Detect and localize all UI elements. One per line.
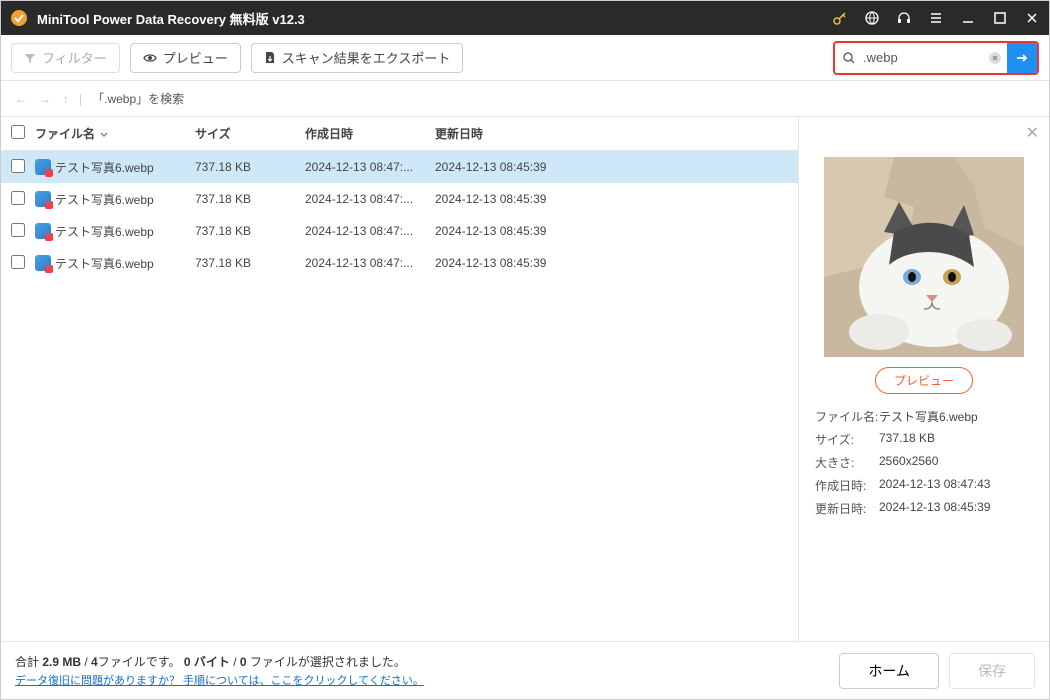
- file-created: 2024-12-13 08:47:...: [305, 160, 435, 174]
- file-name: テスト写真6.webp: [55, 159, 154, 176]
- row-checkbox[interactable]: [11, 255, 25, 269]
- menu-icon[interactable]: [927, 9, 945, 27]
- key-icon[interactable]: [831, 9, 849, 27]
- globe-icon[interactable]: [863, 9, 881, 27]
- table-row[interactable]: テスト写真6.webp 737.18 KB2024-12-13 08:47:...…: [1, 151, 798, 183]
- nav-back-icon[interactable]: ←: [15, 92, 27, 106]
- col-updated-header[interactable]: 更新日時: [435, 125, 798, 142]
- meta-size-value: 737.18 KB: [879, 431, 1033, 448]
- preview-label: プレビュー: [163, 48, 228, 67]
- search-icon: [835, 51, 863, 65]
- filter-label: フィルター: [42, 48, 107, 67]
- meta-dim-label: 大きさ:: [815, 454, 879, 471]
- search-input[interactable]: [863, 43, 983, 73]
- col-size-header[interactable]: サイズ: [195, 125, 305, 142]
- export-button[interactable]: スキャン結果をエクスポート: [251, 43, 464, 73]
- row-checkbox[interactable]: [11, 191, 25, 205]
- search-box: [833, 41, 1039, 75]
- help-link[interactable]: データ復旧に問題がありますか？ 手順については、ここをクリックしてください。: [15, 675, 424, 687]
- file-list-pane: ファイル名 サイズ 作成日時 更新日時 テスト写真6.webp 737.18 KB…: [1, 117, 799, 641]
- file-size: 737.18 KB: [195, 192, 305, 206]
- clear-search-icon[interactable]: [983, 51, 1007, 65]
- col-created-header[interactable]: 作成日時: [305, 125, 435, 142]
- preview-pane: ✕ プレビュー ファイル名: テスト写真: [799, 117, 1049, 641]
- file-icon: [35, 191, 51, 207]
- file-created: 2024-12-13 08:47:...: [305, 224, 435, 238]
- file-updated: 2024-12-13 08:45:39: [435, 160, 798, 174]
- file-icon: [35, 159, 51, 175]
- meta-created-value: 2024-12-13 08:47:43: [879, 477, 1033, 494]
- file-name: テスト写真6.webp: [55, 223, 154, 240]
- status-text: 合計 2.9 MB / 4ファイルです。 0 バイト / 0 ファイルが選択され…: [15, 653, 829, 670]
- file-size: 737.18 KB: [195, 256, 305, 270]
- meta-updated-label: 更新日時:: [815, 500, 879, 517]
- close-icon[interactable]: [1023, 9, 1041, 27]
- col-name-header[interactable]: ファイル名: [35, 125, 195, 142]
- save-button[interactable]: 保存: [949, 653, 1035, 689]
- file-created: 2024-12-13 08:47:...: [305, 192, 435, 206]
- nav-forward-icon[interactable]: →: [39, 92, 51, 106]
- select-all-checkbox[interactable]: [11, 125, 25, 139]
- file-name: テスト写真6.webp: [55, 255, 154, 272]
- preview-thumbnail: [824, 157, 1024, 357]
- file-icon: [35, 223, 51, 239]
- filter-button[interactable]: フィルター: [11, 43, 120, 73]
- app-title: MiniTool Power Data Recovery 無料版 v12.3: [37, 9, 831, 28]
- table-row[interactable]: テスト写真6.webp 737.18 KB2024-12-13 08:47:...…: [1, 183, 798, 215]
- file-size: 737.18 KB: [195, 224, 305, 238]
- meta-size-label: サイズ:: [815, 431, 879, 448]
- nav-up-icon[interactable]: ↑: [63, 92, 69, 106]
- file-icon: [35, 255, 51, 271]
- row-checkbox[interactable]: [11, 159, 25, 173]
- file-created: 2024-12-13 08:47:...: [305, 256, 435, 270]
- meta-created-label: 作成日時:: [815, 477, 879, 494]
- file-updated: 2024-12-13 08:45:39: [435, 256, 798, 270]
- preview-button[interactable]: プレビュー: [130, 43, 241, 73]
- table-row[interactable]: テスト写真6.webp 737.18 KB2024-12-13 08:47:...…: [1, 247, 798, 279]
- home-button[interactable]: ホーム: [839, 653, 939, 689]
- maximize-icon[interactable]: [991, 9, 1009, 27]
- app-logo-icon: [9, 8, 29, 28]
- file-name: テスト写真6.webp: [55, 191, 154, 208]
- minimize-icon[interactable]: [959, 9, 977, 27]
- meta-name-label: ファイル名:: [815, 408, 879, 425]
- sort-icon: [99, 129, 109, 139]
- meta-name-value: テスト写真6.webp: [879, 408, 1033, 425]
- table-row[interactable]: テスト写真6.webp 737.18 KB2024-12-13 08:47:...…: [1, 215, 798, 247]
- close-preview-icon[interactable]: ✕: [1026, 123, 1039, 143]
- titlebar: MiniTool Power Data Recovery 無料版 v12.3: [1, 1, 1049, 35]
- meta-dim-value: 2560x2560: [879, 454, 1033, 471]
- list-header: ファイル名 サイズ 作成日時 更新日時: [1, 117, 798, 151]
- open-preview-button[interactable]: プレビュー: [875, 367, 973, 394]
- breadcrumb-text: 「.webp」を検索: [92, 90, 184, 107]
- toolbar: フィルター プレビュー スキャン結果をエクスポート: [1, 35, 1049, 81]
- headset-icon[interactable]: [895, 9, 913, 27]
- file-updated: 2024-12-13 08:45:39: [435, 224, 798, 238]
- breadcrumb-bar: ← → ↑ | 「.webp」を検索: [1, 81, 1049, 117]
- file-updated: 2024-12-13 08:45:39: [435, 192, 798, 206]
- search-submit-button[interactable]: [1007, 43, 1037, 73]
- meta-updated-value: 2024-12-13 08:45:39: [879, 500, 1033, 517]
- row-checkbox[interactable]: [11, 223, 25, 237]
- footer: 合計 2.9 MB / 4ファイルです。 0 バイト / 0 ファイルが選択され…: [1, 641, 1049, 699]
- file-size: 737.18 KB: [195, 160, 305, 174]
- export-label: スキャン結果をエクスポート: [282, 48, 451, 67]
